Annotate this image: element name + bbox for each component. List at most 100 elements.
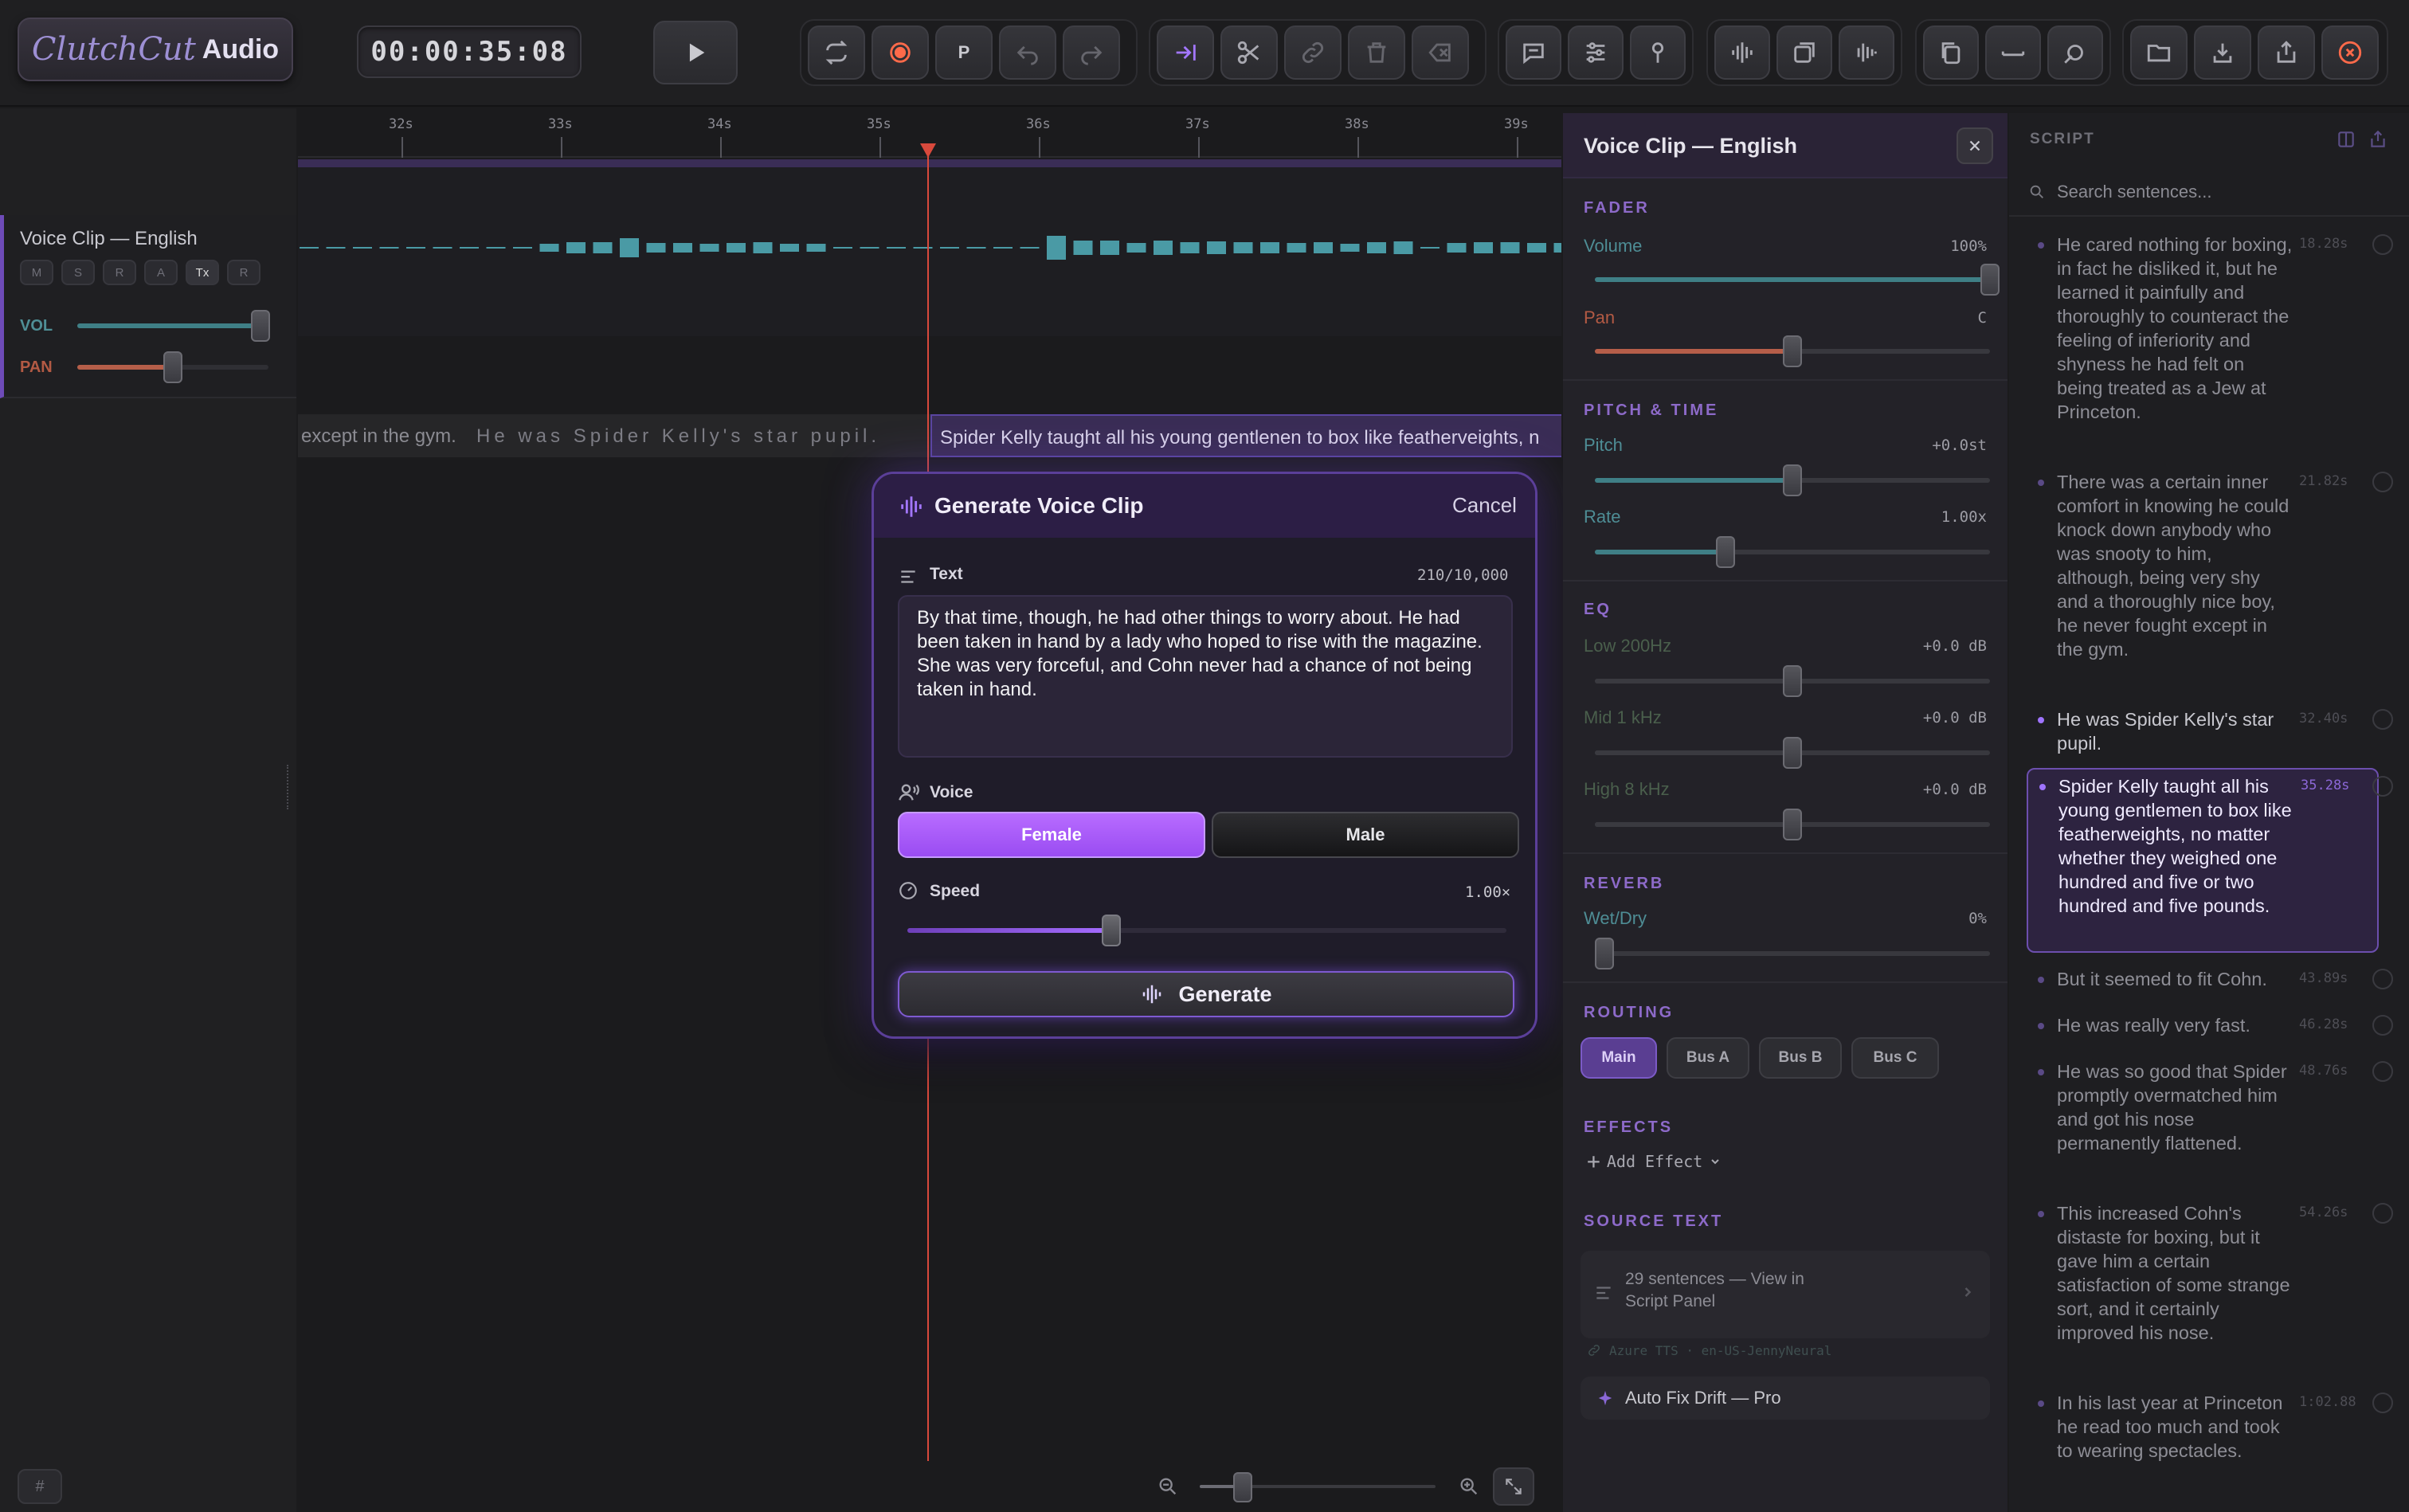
inspector-close-button[interactable] [1957,127,1993,164]
script-sentence[interactable]: He was really very fast. 46.28s [2027,1009,2379,1044]
script-sentence[interactable]: He was so good that Spider promptly over… [2027,1055,2379,1185]
track-pan-slider[interactable] [77,351,268,383]
text-lines-icon [1596,1287,1611,1299]
voice-male-button[interactable]: Male [1212,812,1519,858]
script-sentence[interactable]: This increased Cohn's distaste for boxin… [2027,1197,2379,1373]
punch-button[interactable]: P [935,25,993,80]
eq-mid-slider[interactable] [1595,737,1990,769]
route-bus-c-chip[interactable]: Bus C [1851,1037,1939,1079]
marker-button[interactable] [1630,25,1686,80]
zoom-in-icon[interactable] [1458,1475,1480,1498]
sentence-check-icon[interactable] [2372,776,2393,797]
clear-button[interactable] [1412,25,1469,80]
source-text-link[interactable]: 29 sentences — View in Script Panel [1581,1251,1990,1338]
rate-slider[interactable] [1595,536,1990,568]
sentence-check-icon[interactable] [2372,1015,2393,1036]
slider-knob[interactable] [1715,536,1735,568]
voice-wave-button[interactable] [1714,25,1770,80]
track-button-r-2[interactable]: R [103,260,136,285]
sentence-check-icon[interactable] [2372,472,2393,492]
add-effect-button[interactable]: + Add Effect [1587,1150,1722,1173]
zoom-knob[interactable] [1233,1472,1252,1502]
export-button[interactable] [2258,25,2315,80]
subtitle-current[interactable]: Spider Kelly taught all his young gentle… [930,414,1561,457]
sentence-check-icon[interactable] [2372,1203,2393,1224]
generate-button[interactable]: Generate [898,971,1514,1017]
script-sentence[interactable]: In his last year at Princeton he read to… [2027,1386,2379,1498]
slider-knob[interactable] [1783,665,1802,697]
delete-button[interactable] [1348,25,1405,80]
script-sentence[interactable]: But it seemed to fit Cohn. 43.89s [2027,962,2379,997]
route-bus-b-chip[interactable]: Bus B [1759,1037,1842,1079]
eq-high-slider[interactable] [1595,809,1990,840]
cancel-button[interactable]: Cancel [1452,493,1517,518]
pan-slider[interactable] [1595,335,1990,367]
slider-knob[interactable] [1783,464,1802,496]
track-header[interactable]: Voice Clip — English M S R A Tx R VOL PAN [0,215,296,398]
track-button-m-0[interactable]: M [20,260,53,285]
sentence-check-icon[interactable] [2372,1393,2393,1413]
divider [1563,580,2007,582]
subtitle-button[interactable] [1506,25,1561,80]
audio-lane[interactable] [298,159,1561,336]
snap-to-playhead-button[interactable] [1157,25,1214,80]
import-button[interactable] [2194,25,2251,80]
fit-button[interactable] [1493,1467,1534,1506]
effects-button[interactable] [2047,25,2103,80]
script-sentence[interactable]: There was a certain inner comfort in kno… [2027,465,2379,696]
zoom-out-icon[interactable] [1157,1475,1179,1498]
reverb-slider[interactable] [1595,938,1990,969]
speed-slider[interactable] [907,915,1506,946]
waveform-segment [780,244,799,252]
sentence-check-icon[interactable] [2372,1061,2393,1082]
undo-button[interactable] [999,25,1056,80]
slider-knob[interactable] [1595,938,1614,969]
text-input[interactable]: By that time, though, he had other thing… [898,595,1513,758]
audio-clip-button[interactable] [1839,25,1894,80]
slider-knob[interactable] [1783,737,1802,769]
speed-knob[interactable] [1101,915,1121,946]
split-button[interactable] [1220,25,1278,80]
script-sentence[interactable]: He was Spider Kelly's star pupil. 32.40s [2027,703,2379,758]
track-button-a-3[interactable]: A [144,260,178,285]
open-project-button[interactable] [2130,25,2188,80]
close-project-button[interactable] [2321,25,2379,80]
pitch-slider[interactable] [1595,464,1990,496]
play-button[interactable] [653,21,738,84]
link-button[interactable] [1284,25,1342,80]
track-pan-knob[interactable] [163,351,182,383]
track-button-r-5[interactable]: R [227,260,260,285]
record-button[interactable] [872,25,929,80]
slider-knob[interactable] [1980,264,2000,296]
route-main-chip[interactable]: Main [1581,1037,1657,1079]
route-bus-a-chip[interactable]: Bus A [1667,1037,1749,1079]
auto-fix-drift-button[interactable]: Auto Fix Drift — Pro [1581,1377,1990,1420]
waveform-segment [887,247,906,249]
track-button-tx-4[interactable]: Tx [186,260,219,285]
track-button-s-1[interactable]: S [61,260,95,285]
redo-button[interactable] [1063,25,1120,80]
voice-female-button[interactable]: Female [898,812,1205,858]
track-volume-knob[interactable] [251,310,270,342]
track-volume-slider[interactable] [77,310,270,342]
script-sentence[interactable]: He cared nothing for boxing, in fact he … [2027,228,2379,459]
sentence-check-icon[interactable] [2372,969,2393,989]
sliders-icon [1586,42,1605,63]
sentence-check-icon[interactable] [2372,709,2393,730]
zoom-slider[interactable] [1200,1472,1436,1502]
gap-button[interactable] [1985,25,2041,80]
loop-button[interactable] [808,25,865,80]
copy-button[interactable] [1923,25,1979,80]
grid-toggle-button[interactable]: # [18,1469,62,1504]
mixer-button[interactable] [1568,25,1624,80]
slider-knob[interactable] [1783,809,1802,840]
duplicate-button[interactable] [1776,25,1832,80]
volume-slider[interactable] [1595,264,2000,296]
script-sentence[interactable]: Spider Kelly taught all his young gentle… [2027,768,2379,953]
subtitle-track[interactable]: except in the gym. He was Spider Kelly's… [298,414,1561,457]
resize-handle[interactable] [287,765,290,809]
sentence-check-icon[interactable] [2372,234,2393,255]
eq-low-slider[interactable] [1595,665,1990,697]
slider-knob[interactable] [1783,335,1802,367]
eq-high-label: High 8 kHz [1584,779,1670,799]
